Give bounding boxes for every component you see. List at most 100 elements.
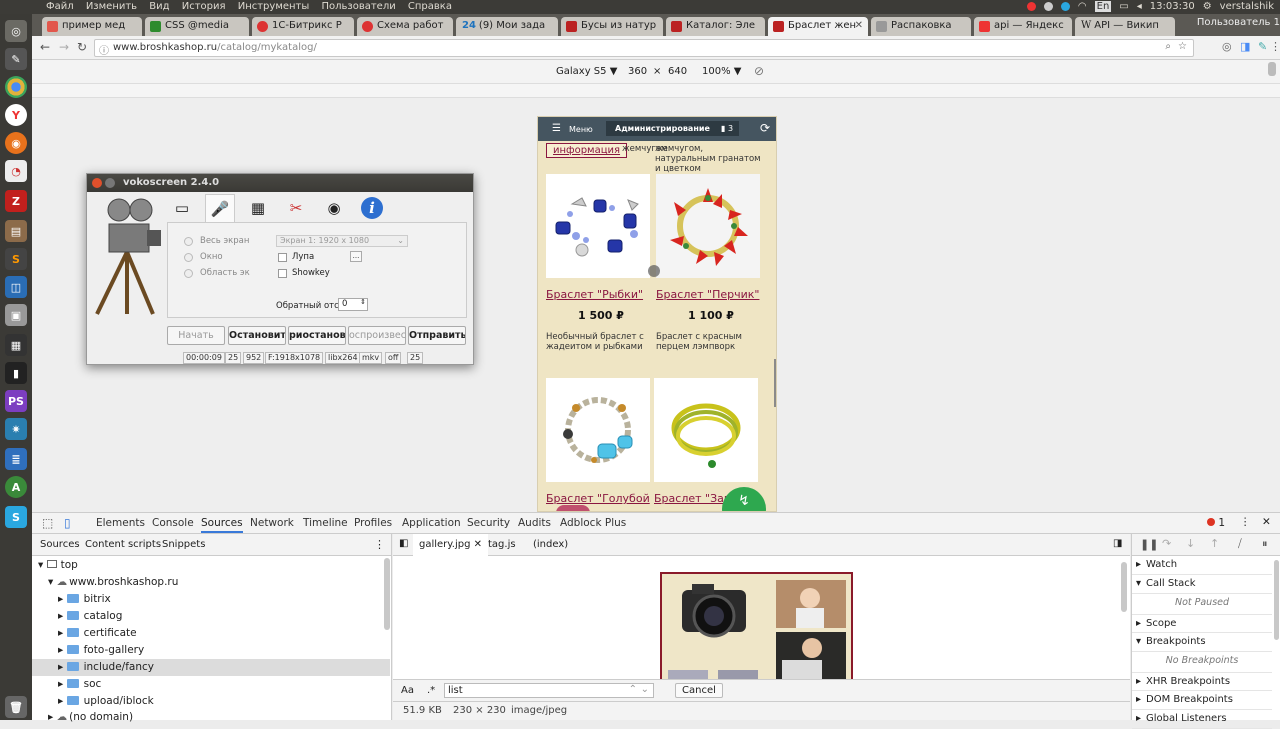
launcher-image-icon[interactable]: ▣: [5, 304, 27, 326]
volume-icon[interactable]: ◂: [1137, 1, 1142, 12]
tab-9[interactable]: api — Яндекс: [974, 17, 1072, 36]
product-title-yellow[interactable]: Браслет "Зап: [654, 492, 731, 505]
section-dom-breakpoints[interactable]: ▸ DOM Breakpoints: [1132, 691, 1272, 710]
tree-row-top[interactable]: ▾ top: [32, 557, 390, 574]
launcher-pen-icon[interactable]: ✎: [5, 48, 27, 70]
file-tab-gallery[interactable]: gallery.jpg ✕: [413, 534, 489, 556]
media-query-ruler[interactable]: [32, 84, 1280, 98]
tab-1[interactable]: CSS @media: [145, 17, 249, 36]
tab-0[interactable]: пример мед: [42, 17, 142, 36]
file-tab-tag[interactable]: tag.js: [488, 539, 516, 550]
yandex-icon[interactable]: [1026, 2, 1036, 11]
launcher-trash-icon[interactable]: 🗑: [5, 696, 27, 718]
cart-float-button[interactable]: ↯: [722, 487, 766, 511]
clock[interactable]: 13:03:30: [1150, 1, 1195, 12]
product-title-pepper[interactable]: Браслет "Перчик": [656, 288, 759, 301]
sidebar-scrollbar[interactable]: [1274, 560, 1279, 640]
launcher-skype-icon[interactable]: S: [5, 506, 27, 528]
spin-arrows-icon[interactable]: ⇕: [360, 298, 366, 306]
search-prev-icon[interactable]: ⌃: [629, 684, 637, 695]
magnifier-options-button[interactable]: ...: [350, 251, 362, 262]
tab-webcam-icon[interactable]: ◉: [319, 194, 349, 222]
start-button[interactable]: Начать: [167, 326, 225, 345]
tab-screen-icon[interactable]: ▭: [167, 194, 197, 222]
editor-scrollbar[interactable]: [1121, 562, 1127, 612]
error-counter[interactable]: 1: [1207, 517, 1225, 529]
navigator-menu-icon[interactable]: ⋮: [374, 538, 385, 551]
step-out-icon[interactable]: ↑: [1210, 537, 1219, 550]
tab-2[interactable]: 1С-Битрикс Р: [252, 17, 354, 36]
skype-icon[interactable]: [1060, 2, 1070, 11]
tab-7-active[interactable]: Браслет жен ✕: [768, 17, 868, 36]
launcher-remote-icon[interactable]: ◫: [5, 276, 27, 298]
search-input[interactable]: list ⌃ ⌄: [444, 683, 654, 698]
section-scope[interactable]: ▸ Scope: [1132, 614, 1272, 633]
tree-row-no-domain[interactable]: ▸ ☁ (no domain): [32, 709, 390, 726]
launcher-document-icon[interactable]: ≣: [5, 448, 27, 470]
scroll-up-button[interactable]: [556, 505, 590, 511]
admin-button[interactable]: Администрирование: [606, 121, 719, 136]
url-input[interactable]: ⓘ www.broshkashop.ru/catalog/mykatalog/ …: [94, 39, 1194, 57]
device-height[interactable]: 640: [668, 66, 687, 77]
tab-close-icon[interactable]: ✕: [855, 20, 863, 31]
product-image-pepper[interactable]: [656, 174, 760, 278]
pause-button[interactable]: риостановит: [288, 326, 346, 345]
tab-audits[interactable]: Audits: [518, 517, 551, 529]
star-icon[interactable]: ☆: [1178, 41, 1187, 52]
nav-tab-content-scripts[interactable]: Content scripts: [85, 539, 161, 550]
menu-history[interactable]: История: [182, 1, 226, 12]
tab-profiles[interactable]: Profiles: [354, 517, 392, 529]
product-image-yellow[interactable]: [654, 378, 758, 482]
refresh-icon[interactable]: ⟳: [760, 121, 770, 135]
showkey-checkbox[interactable]: [278, 269, 287, 278]
tab-audio-icon[interactable]: 🎤: [205, 194, 235, 222]
tab-sources[interactable]: Sources: [201, 517, 243, 533]
radio-window[interactable]: [184, 253, 193, 262]
product-title-blue[interactable]: Браслет "Голубой: [546, 492, 650, 505]
tree-row-upload[interactable]: ▸ upload/iblock: [32, 693, 390, 710]
tab-application[interactable]: Application: [402, 517, 461, 529]
tree-row-bitrix[interactable]: ▸ bitrix: [32, 591, 390, 608]
nav-tab-sources[interactable]: Sources: [40, 539, 80, 550]
tab-network[interactable]: Network: [250, 517, 294, 529]
launcher-phpstorm-icon[interactable]: PS: [5, 390, 27, 412]
nav-tab-snippets[interactable]: Snippets: [162, 539, 205, 550]
menu-file[interactable]: Файл: [46, 1, 74, 12]
launcher-sublime-icon[interactable]: S: [5, 248, 27, 270]
notifications-button[interactable]: ▮ 3: [715, 121, 740, 136]
battery-icon[interactable]: ▭: [1119, 1, 1128, 12]
info-icon[interactable]: ⓘ: [99, 42, 109, 57]
gear-icon[interactable]: ⚙: [1203, 1, 1212, 12]
reload-icon[interactable]: ↻: [77, 40, 87, 54]
launcher-chrome-icon[interactable]: [5, 76, 27, 98]
device-mode-icon[interactable]: ▯: [64, 516, 71, 530]
menu-icon[interactable]: ☰: [552, 123, 561, 134]
section-xhr-breakpoints[interactable]: ▸ XHR Breakpoints: [1132, 672, 1272, 691]
tree-row-include-fancy[interactable]: ▸ include/fancy: [32, 659, 390, 676]
launcher-terminal-icon[interactable]: ▮: [5, 362, 27, 384]
magnifier-checkbox[interactable]: [278, 253, 287, 262]
tab-elements[interactable]: Elements: [96, 517, 145, 529]
extension-mail-icon[interactable]: ◨: [1240, 40, 1250, 53]
user-name[interactable]: verstalshik: [1220, 1, 1274, 12]
tab-8[interactable]: Распаковка: [871, 17, 971, 36]
pause-exceptions-icon[interactable]: ⏸: [1262, 537, 1268, 551]
screen-select[interactable]: Экран 1: 1920 x 1080 ⌄: [276, 235, 408, 247]
product-image-fish[interactable]: [546, 174, 650, 278]
menu-label[interactable]: Меню: [569, 125, 593, 134]
browser-menu-icon[interactable]: ⋮: [1270, 40, 1280, 53]
menu-edit[interactable]: Изменить: [86, 1, 137, 12]
inspect-icon[interactable]: ⬚: [42, 516, 53, 530]
file-tab-index[interactable]: (index): [533, 539, 568, 550]
extension-pen-icon[interactable]: ✎: [1258, 40, 1267, 53]
tab-4[interactable]: 24 (9) Мои зада: [456, 17, 558, 36]
toggle-navigator-icon[interactable]: ◧: [399, 538, 408, 549]
search-next-icon[interactable]: ⌄: [641, 684, 649, 695]
pause-icon[interactable]: ❚❚: [1140, 538, 1158, 551]
section-call-stack[interactable]: ▾ Call Stack: [1132, 575, 1272, 594]
launcher-update-icon[interactable]: A: [5, 476, 27, 498]
step-over-icon[interactable]: ↷: [1162, 537, 1171, 550]
menu-users[interactable]: Пользователи: [321, 1, 395, 12]
launcher-files-icon[interactable]: ▤: [5, 220, 27, 242]
window-close-icon[interactable]: [92, 178, 102, 188]
